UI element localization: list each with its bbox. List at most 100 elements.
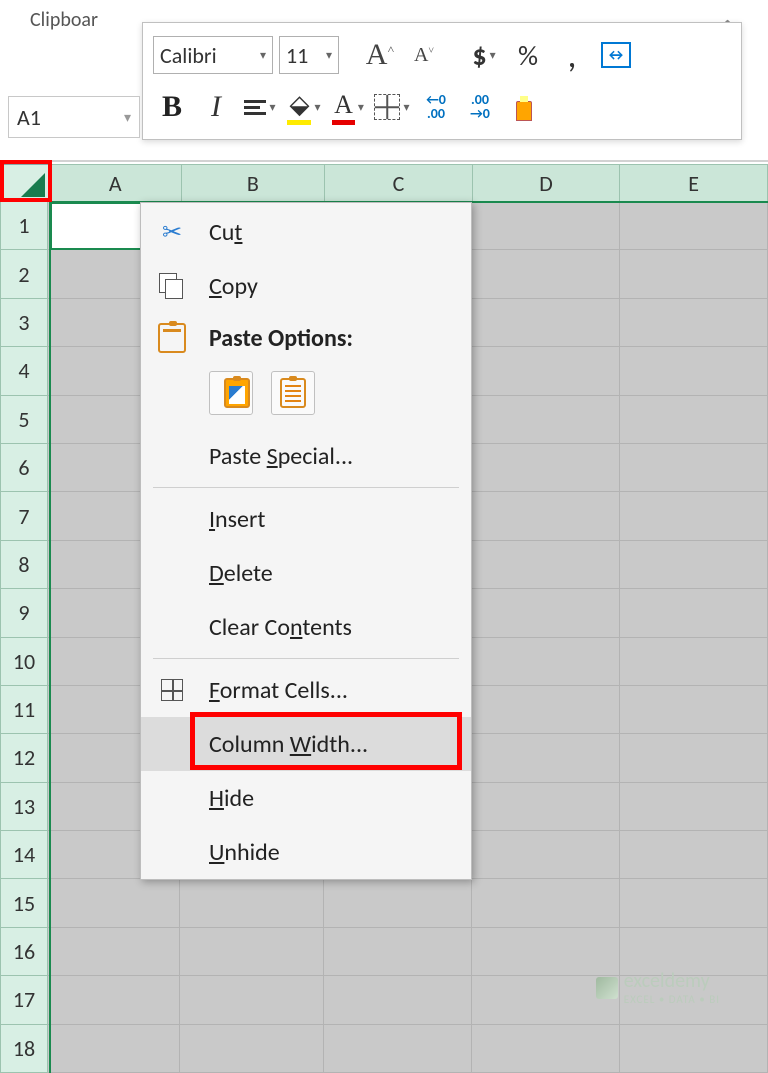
cell[interactable]	[180, 879, 324, 927]
align-button[interactable]: ▾	[241, 88, 279, 126]
column-header-C[interactable]: C	[325, 164, 473, 202]
row-header-11[interactable]: 11	[0, 686, 48, 734]
menu-separator	[153, 487, 459, 488]
format-painter-button[interactable]	[505, 88, 543, 126]
cell[interactable]	[620, 250, 768, 298]
cell[interactable]	[472, 686, 620, 734]
column-header-E[interactable]: E	[620, 164, 768, 202]
row-header-6[interactable]: 6	[0, 444, 48, 492]
cell[interactable]	[180, 1025, 324, 1073]
cell[interactable]	[620, 492, 768, 540]
comma-format-button[interactable]: ,	[553, 36, 591, 74]
bold-button[interactable]: B	[153, 88, 191, 126]
menu-insert[interactable]: Insert	[141, 492, 471, 546]
cell[interactable]	[620, 686, 768, 734]
cell[interactable]	[472, 734, 620, 782]
cell[interactable]	[472, 299, 620, 347]
increase-decimal-button[interactable]: ←0.00	[417, 88, 455, 126]
menu-cut[interactable]: ✂ Cut	[141, 205, 471, 259]
cell[interactable]	[472, 879, 620, 927]
row-header-8[interactable]: 8	[0, 541, 48, 589]
cell[interactable]	[620, 299, 768, 347]
column-header-A[interactable]: A	[50, 164, 182, 202]
cell[interactable]	[472, 492, 620, 540]
fill-color-button[interactable]: ⬙▾	[285, 88, 323, 126]
cell[interactable]	[472, 347, 620, 395]
cell[interactable]	[324, 1025, 472, 1073]
row-header-12[interactable]: 12	[0, 734, 48, 782]
row-header-16[interactable]: 16	[0, 928, 48, 976]
cell[interactable]	[472, 250, 620, 298]
cell[interactable]	[180, 928, 324, 976]
scissors-icon: ✂	[162, 218, 182, 247]
cell[interactable]	[48, 879, 180, 927]
column-header-D[interactable]: D	[473, 164, 621, 202]
cell[interactable]	[620, 783, 768, 831]
row-header-9[interactable]: 9	[0, 589, 48, 637]
menu-hide[interactable]: Hide	[141, 771, 471, 825]
row-header-13[interactable]: 13	[0, 783, 48, 831]
increase-font-button[interactable]: A˄	[361, 36, 399, 74]
cell[interactable]	[472, 638, 620, 686]
menu-format-cells[interactable]: Format Cells...	[141, 663, 471, 717]
row-header-17[interactable]: 17	[0, 976, 48, 1024]
cell[interactable]	[472, 831, 620, 879]
cell[interactable]	[472, 783, 620, 831]
row-header-14[interactable]: 14	[0, 831, 48, 879]
decrease-decimal-button[interactable]: .00→0	[461, 88, 499, 126]
cell[interactable]	[620, 396, 768, 444]
font-color-button[interactable]: A▾	[329, 88, 367, 126]
cell[interactable]	[620, 1025, 768, 1073]
menu-paste-special[interactable]: Paste Special...	[141, 429, 471, 483]
menu-clear-contents[interactable]: Clear Contents	[141, 600, 471, 654]
menu-copy[interactable]: Copy	[141, 259, 471, 313]
cell[interactable]	[472, 589, 620, 637]
cell[interactable]	[48, 928, 180, 976]
row-header-10[interactable]: 10	[0, 638, 48, 686]
cell[interactable]	[620, 638, 768, 686]
borders-button[interactable]: ▾	[373, 88, 411, 126]
menu-delete[interactable]: Delete	[141, 546, 471, 600]
cell[interactable]	[48, 976, 180, 1024]
cell[interactable]	[180, 976, 324, 1024]
font-name-combo[interactable]: Calibri ▾	[153, 36, 273, 74]
cell[interactable]	[472, 396, 620, 444]
cell[interactable]	[620, 347, 768, 395]
row-header-1[interactable]: 1	[0, 202, 48, 250]
menu-unhide[interactable]: Unhide	[141, 825, 471, 879]
font-size-combo[interactable]: 11 ▾	[279, 36, 339, 74]
row-header-15[interactable]: 15	[0, 879, 48, 927]
row-header-3[interactable]: 3	[0, 299, 48, 347]
row-header-18[interactable]: 18	[0, 1025, 48, 1073]
cell[interactable]	[620, 202, 768, 250]
row-header-7[interactable]: 7	[0, 492, 48, 540]
cell[interactable]	[324, 976, 472, 1024]
cell[interactable]	[620, 444, 768, 492]
cell[interactable]	[472, 541, 620, 589]
cell[interactable]	[472, 444, 620, 492]
column-header-B[interactable]: B	[182, 164, 326, 202]
accounting-format-button[interactable]: $▾	[465, 36, 503, 74]
autofit-button[interactable]	[597, 36, 635, 74]
cell[interactable]	[472, 1025, 620, 1073]
cell[interactable]	[620, 734, 768, 782]
row-header-4[interactable]: 4	[0, 347, 48, 395]
menu-column-width[interactable]: Column Width...	[141, 717, 471, 771]
select-all-button[interactable]	[0, 164, 50, 202]
row-header-2[interactable]: 2	[0, 250, 48, 298]
italic-button[interactable]: I	[197, 88, 235, 126]
name-box[interactable]: A1 ▾	[8, 96, 140, 138]
cell[interactable]	[620, 879, 768, 927]
cell[interactable]	[324, 928, 472, 976]
cell[interactable]	[620, 831, 768, 879]
cell[interactable]	[48, 1025, 180, 1073]
percent-format-button[interactable]: %	[509, 36, 547, 74]
cell[interactable]	[324, 879, 472, 927]
cell[interactable]	[620, 541, 768, 589]
row-header-5[interactable]: 5	[0, 396, 48, 444]
paste-option-default[interactable]	[209, 371, 253, 415]
decrease-font-button[interactable]: A˅	[405, 36, 443, 74]
cell[interactable]	[620, 589, 768, 637]
paste-option-values[interactable]	[271, 371, 315, 415]
cell[interactable]	[472, 202, 620, 250]
